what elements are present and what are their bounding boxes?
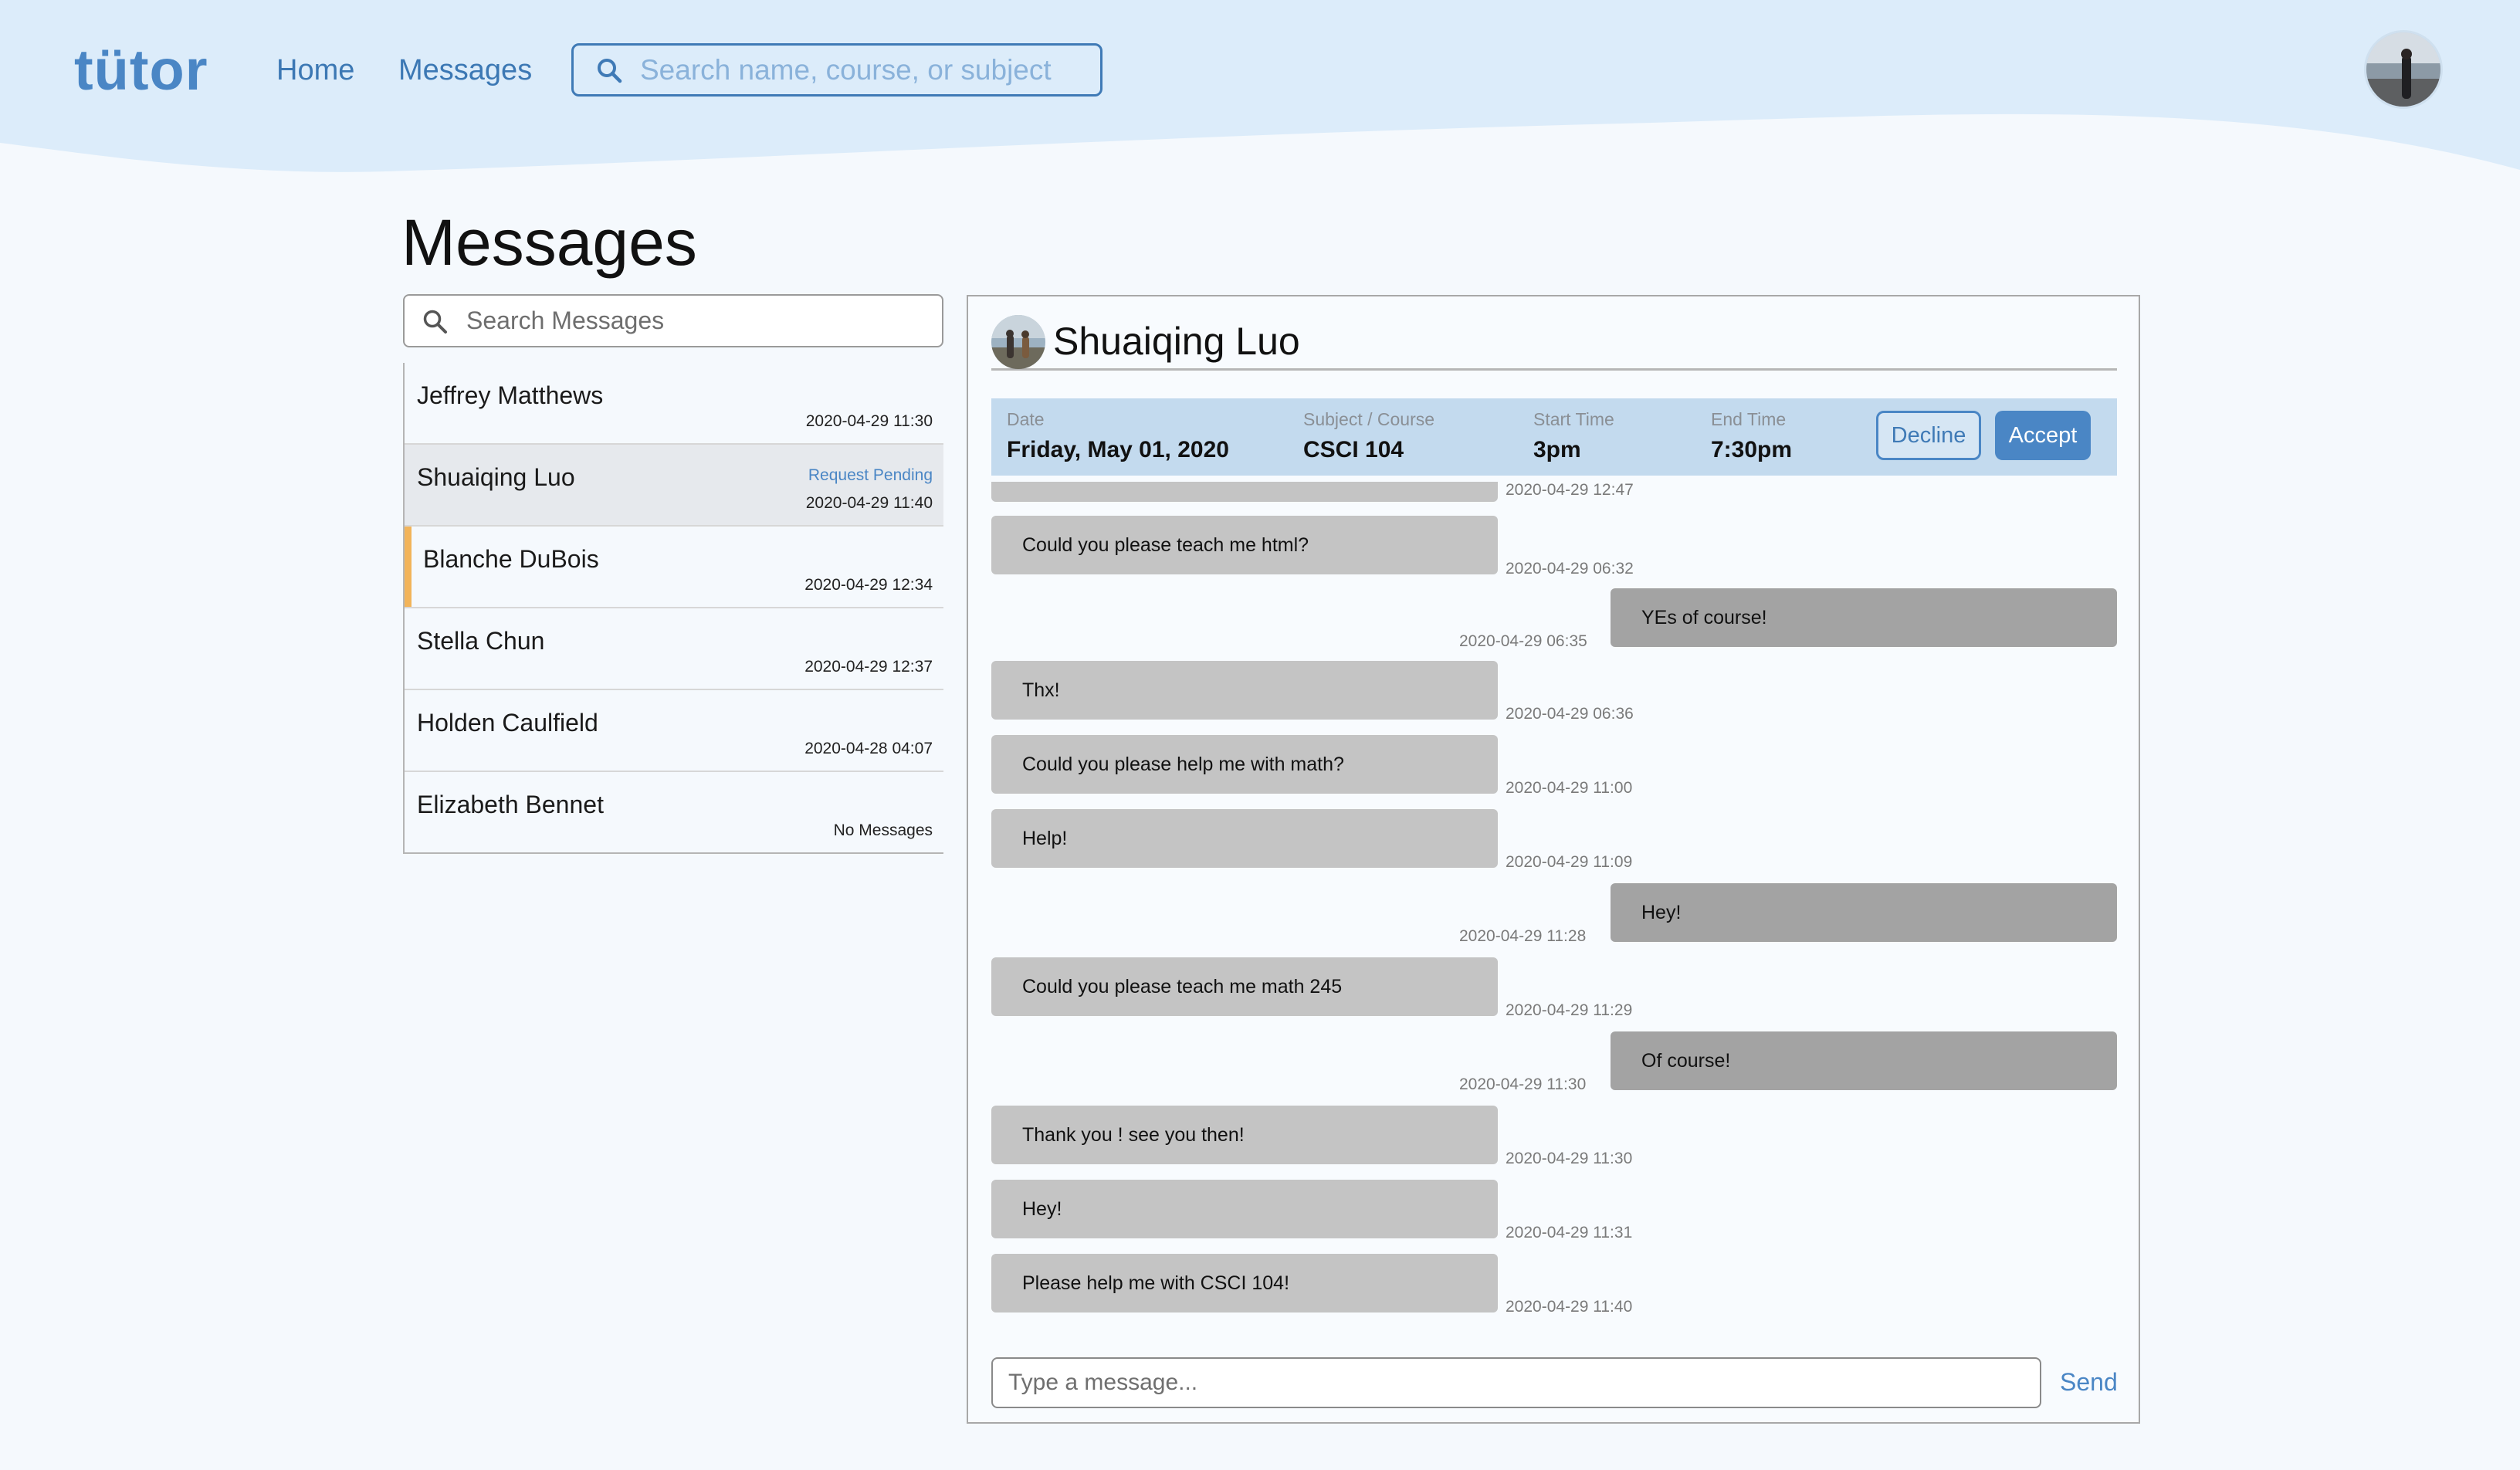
message-row: Could you please teach me html? 2020-04-… xyxy=(991,516,2117,578)
search-icon xyxy=(598,58,622,83)
conversation-item[interactable]: Stella Chun 2020-04-29 12:37 xyxy=(405,608,943,690)
conversation-name: Stella Chun xyxy=(417,627,545,655)
message-time: 2020-04-29 11:30 xyxy=(1506,1150,1633,1167)
message-time: 2020-04-29 11:28 xyxy=(1459,927,1587,945)
conversation-time: No Messages xyxy=(833,821,933,839)
message-time: 2020-04-29 11:09 xyxy=(1506,853,1633,871)
conversation-name: Elizabeth Bennet xyxy=(417,791,604,818)
message-time: 2020-04-29 12:47 xyxy=(1506,482,1634,499)
message-bubble: Could you please teach me math 245 xyxy=(991,957,1498,1016)
message-time: 2020-04-29 11:30 xyxy=(1459,1075,1587,1093)
request-end-value: 7:30pm xyxy=(1711,437,1793,462)
global-search-box[interactable] xyxy=(571,43,1102,97)
request-start-time: Start Time 3pm xyxy=(1533,408,1614,466)
message-bubble: Could you please help me with math? xyxy=(991,735,1498,794)
request-end-label: End Time xyxy=(1711,409,1787,429)
message-bubble: Could you please teach me html? xyxy=(991,516,1498,574)
message-time: 2020-04-29 11:40 xyxy=(1506,1298,1633,1316)
message-time: 2020-04-29 11:00 xyxy=(1506,779,1633,797)
conversation-name: Jeffrey Matthews xyxy=(417,381,604,409)
message-composer[interactable] xyxy=(991,1357,2041,1408)
conversation-item-active[interactable]: Shuaiqing Luo Request Pending 2020-04-29… xyxy=(405,445,943,527)
message-bubble xyxy=(991,482,1498,502)
message-thread[interactable]: 2020-04-29 12:47 Could you please teach … xyxy=(991,482,2117,1323)
conversation-list: Jeffrey Matthews 2020-04-29 11:30 Shuaiq… xyxy=(403,363,943,854)
messages-page: tütor Home Messages Messages Jeffrey Mat xyxy=(0,0,2520,1470)
request-date-label: Date xyxy=(1007,409,1045,429)
logo[interactable]: tütor xyxy=(74,37,208,103)
request-end-time: End Time 7:30pm xyxy=(1711,408,1792,466)
conversation-time: 2020-04-29 12:34 xyxy=(804,576,933,594)
message-row: Thx! 2020-04-29 06:36 xyxy=(991,661,2117,723)
send-button[interactable]: Send xyxy=(2060,1365,2118,1399)
nav-messages-link[interactable]: Messages xyxy=(398,49,532,91)
chat-contact-name: Shuaiqing Luo xyxy=(1053,320,1300,363)
nav-home-link[interactable]: Home xyxy=(276,49,354,91)
message-time: 2020-04-29 06:35 xyxy=(1459,632,1587,650)
message-row: Hey! 2020-04-29 11:31 xyxy=(991,1180,2117,1241)
message-time: 2020-04-29 11:31 xyxy=(1506,1224,1633,1241)
decline-button[interactable]: Decline xyxy=(1876,411,1981,460)
contact-avatar-image xyxy=(991,315,1045,369)
header-background xyxy=(0,0,2520,172)
conversation-time: 2020-04-28 04:07 xyxy=(804,740,933,757)
conversation-item[interactable]: Holden Caulfield 2020-04-28 04:07 xyxy=(405,690,943,772)
conversation-time: 2020-04-29 12:37 xyxy=(804,658,933,676)
conversation-item[interactable]: Jeffrey Matthews 2020-04-29 11:30 xyxy=(405,363,943,445)
global-search-input[interactable] xyxy=(640,53,1072,86)
user-avatar[interactable] xyxy=(2364,30,2443,109)
conversation-item-unread[interactable]: Blanche DuBois 2020-04-29 12:34 xyxy=(405,527,943,608)
chat-header: Shuaiqing Luo xyxy=(991,312,2117,371)
message-row: Could you please help me with math? 2020… xyxy=(991,735,2117,797)
conversation-time: 2020-04-29 11:30 xyxy=(805,412,933,430)
accept-button[interactable]: Accept xyxy=(1995,411,2091,460)
search-icon xyxy=(423,310,447,334)
request-subject-value: CSCI 104 xyxy=(1303,437,1404,462)
messages-search-input[interactable] xyxy=(466,307,930,335)
message-row: Hey! 2020-04-29 11:28 xyxy=(991,883,2117,945)
message-row: Thank you ! see you then! 2020-04-29 11:… xyxy=(991,1106,2117,1167)
message-bubble: Of course! xyxy=(1611,1031,2117,1090)
conversation-name: Blanche DuBois xyxy=(423,545,599,573)
request-start-label: Start Time xyxy=(1533,409,1614,429)
message-bubble: Please help me with CSCI 104! xyxy=(991,1254,1498,1312)
page-title: Messages xyxy=(401,206,697,279)
message-row: Could you please teach me math 245 2020-… xyxy=(991,957,2117,1019)
message-bubble: Hey! xyxy=(1611,883,2117,942)
message-row: Help! 2020-04-29 11:09 xyxy=(991,809,2117,871)
message-bubble: Thank you ! see you then! xyxy=(991,1106,1498,1164)
message-time: 2020-04-29 06:32 xyxy=(1506,560,1634,578)
request-date: Date Friday, May 01, 2020 xyxy=(1007,408,1229,466)
message-bubble: Help! xyxy=(991,809,1498,868)
message-row: Please help me with CSCI 104! 2020-04-29… xyxy=(991,1254,2117,1316)
tutoring-request-bar: Date Friday, May 01, 2020 Subject / Cour… xyxy=(991,398,2117,476)
message-row: 2020-04-29 12:47 xyxy=(991,482,2117,503)
conversation-item[interactable]: Elizabeth Bennet No Messages xyxy=(405,772,943,854)
request-subject: Subject / Course CSCI 104 xyxy=(1303,408,1434,466)
message-bubble: Thx! xyxy=(991,661,1498,720)
conversation-name: Holden Caulfield xyxy=(417,709,598,737)
message-input[interactable] xyxy=(1008,1370,2012,1396)
request-pending-badge: Request Pending xyxy=(808,466,933,484)
message-row: Of course! 2020-04-29 11:30 xyxy=(991,1031,2117,1093)
contact-avatar[interactable] xyxy=(991,315,1045,369)
request-subject-label: Subject / Course xyxy=(1303,409,1435,429)
message-row: YEs of course! 2020-04-29 06:35 xyxy=(991,588,2117,650)
conversation-time: 2020-04-29 11:40 xyxy=(805,494,933,512)
conversation-name: Shuaiqing Luo xyxy=(417,463,575,491)
message-time: 2020-04-29 11:29 xyxy=(1506,1001,1633,1019)
message-bubble: Hey! xyxy=(991,1180,1498,1238)
messages-search-box[interactable] xyxy=(403,294,943,347)
request-start-value: 3pm xyxy=(1533,437,1581,462)
chat-panel: Shuaiqing Luo Date Friday, May 01, 2020 … xyxy=(967,295,2140,1424)
message-time: 2020-04-29 06:36 xyxy=(1506,705,1634,723)
request-date-value: Friday, May 01, 2020 xyxy=(1007,437,1229,462)
message-bubble: YEs of course! xyxy=(1611,588,2117,647)
